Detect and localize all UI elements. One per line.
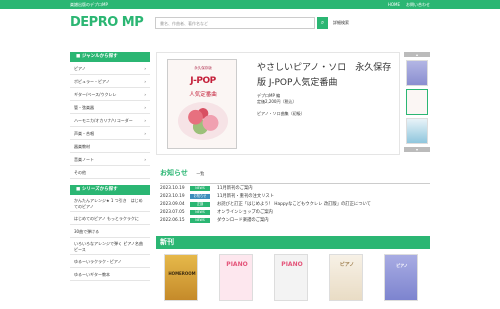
new-releases-heading: 新刊	[156, 236, 430, 249]
chevron-down-icon: ▾	[415, 147, 418, 152]
chevron-up-icon: ▴	[415, 52, 418, 57]
news-badge: お知らせ	[190, 193, 210, 199]
featured-book-series: ピアノ・ソロ曲集（初級）	[257, 111, 305, 116]
sidebar-item-series[interactable]: かんたんアレンジ★ 1 つ引き はじめてのピアノ	[70, 195, 150, 212]
advanced-search-link[interactable]: 詳細検索	[333, 20, 349, 26]
book-cover[interactable]: ピアノ	[384, 254, 418, 301]
sidebar-item-genre[interactable]: 器楽教材	[70, 140, 150, 153]
book-cover-label: ピアノ	[396, 263, 408, 268]
cover-title: J-POP	[190, 76, 216, 86]
chevron-right-icon: ›	[144, 92, 146, 97]
search-input[interactable]: 書名、作曲者、著作名など	[155, 17, 315, 29]
news-text: ダウンロード楽譜のご案内	[217, 218, 269, 223]
news-date: 2022.06.15	[160, 217, 185, 223]
book-cover-label: PIANO	[281, 261, 303, 268]
tagline: 楽譜出版のデプロMP	[70, 2, 108, 7]
news-badge: NEWS	[190, 185, 210, 191]
sidebar-item-genre[interactable]: ピアノ ›	[70, 62, 150, 75]
chevron-right-icon: ›	[144, 118, 146, 123]
price: 定価2,200円（税込）	[257, 99, 297, 104]
top-bar: 楽譜出版のデプロMP HOME お問い合わせ	[0, 0, 500, 9]
news-text: オンラインショップのご案内	[217, 210, 273, 215]
flower-illustration	[178, 102, 228, 140]
thumbnail-prev-button[interactable]: ▴	[404, 52, 430, 57]
book-cover-label: PIANO	[226, 261, 248, 268]
chevron-right-icon: ›	[144, 66, 146, 71]
news-list-link[interactable]: 一覧	[196, 171, 204, 176]
new-releases-list: HOMEROOM PIANO PIANO ピアノ ピアノ	[156, 254, 430, 309]
series-heading: ■ シリーズから探す	[70, 185, 150, 195]
top-links: HOME お問い合わせ	[388, 2, 430, 8]
book-cover-label: ピアノ	[339, 262, 355, 268]
news-date: 2023.10.19	[160, 185, 185, 191]
news-date: 2023.07.05	[160, 209, 185, 215]
news-item[interactable]: 2023.10.19 NEWS 11月新刊のご案内	[160, 184, 430, 192]
home-link[interactable]: HOME	[388, 2, 400, 8]
news-item[interactable]: 2023.09.04 正誤 お詫びと訂正「はじめよう！ Happyなこどもウクレ…	[160, 200, 430, 208]
chevron-right-icon: ›	[144, 79, 146, 84]
sidebar: ■ ジャンルから探す ピアノ › ポピュラー・ピアノ › ギター/ベース/ウクレレ ›…	[70, 52, 150, 281]
book-cover[interactable]: PIANO	[219, 254, 253, 301]
sidebar-item-series[interactable]: はじめてのピアノ もっとラクラクに	[70, 212, 150, 225]
thumbnail-active[interactable]	[406, 89, 428, 115]
site-logo[interactable]: DEPRO MP	[70, 15, 144, 30]
book-cover-label: HOMEROOM	[168, 271, 196, 276]
chevron-right-icon: ›	[144, 105, 146, 110]
news-date: 2023.10.19	[160, 193, 185, 199]
book-cover[interactable]: PIANO	[274, 254, 308, 301]
sidebar-item-series[interactable]: 30曲で弾ける	[70, 225, 150, 238]
featured-book: 永久保存版 J-POP 人気定番曲 やさしいピアノ・ソロ 永久保存版 J-POP…	[156, 52, 400, 155]
thumbnail-next-button[interactable]: ▾	[404, 147, 430, 152]
news-text: 11月新刊・重刊の注文リスト	[217, 194, 275, 199]
sidebar-item-genre[interactable]: 音楽ノート ›	[70, 153, 150, 166]
book-cover[interactable]: ピアノ	[329, 254, 363, 301]
sidebar-item-genre[interactable]: 声楽・合唱 ›	[70, 127, 150, 140]
news-badge: NEWS	[190, 209, 210, 215]
news-text: お詫びと訂正「はじめよう！ Happyなこどもウクレレ 改訂版」の訂正について	[217, 202, 371, 207]
contact-link[interactable]: お問い合わせ	[406, 2, 430, 8]
news-item[interactable]: 2022.06.15 NEWS ダウンロード楽譜のご案内	[160, 216, 430, 224]
sidebar-item-genre[interactable]: 管・弦楽器 ›	[70, 101, 150, 114]
chevron-right-icon: ›	[144, 157, 146, 162]
sidebar-item-series[interactable]: ゆるーいギター教本	[70, 268, 150, 281]
thumbnail[interactable]	[406, 118, 428, 144]
cover-subtitle: 人気定番曲	[189, 92, 217, 98]
news-badge: NEWS	[190, 217, 210, 223]
news-heading: お知らせ 一覧	[160, 169, 205, 177]
genre-heading: ■ ジャンルから探す	[70, 52, 150, 62]
search-icon: ⌕	[320, 19, 325, 26]
featured-book-meta: デプロMP 編 定価2,200円（税込）	[257, 93, 296, 105]
sidebar-item-genre[interactable]: その他	[70, 166, 150, 179]
chevron-right-icon: ›	[144, 131, 146, 136]
cover-top-label: 永久保存版	[194, 66, 212, 70]
news-date: 2023.09.04	[160, 201, 185, 207]
sidebar-item-series[interactable]: ゆるーいラクラク・ピアノ	[70, 255, 150, 268]
search-button[interactable]: ⌕	[317, 17, 328, 29]
news-item[interactable]: 2023.07.05 NEWS オンラインショップのご案内	[160, 208, 430, 216]
news-badge: 正誤	[190, 201, 210, 207]
news-item[interactable]: 2023.10.19 お知らせ 11月新刊・重刊の注文リスト	[160, 192, 430, 200]
thumbnail[interactable]	[406, 60, 428, 86]
sidebar-item-series[interactable]: いろいろなアレンジで弾く ピアノ名曲ピース	[70, 238, 150, 255]
sidebar-item-genre[interactable]: ポピュラー・ピアノ ›	[70, 75, 150, 88]
featured-book-title[interactable]: やさしいピアノ・ソロ 永久保存版 J-POP人気定番曲	[257, 61, 397, 91]
book-cover[interactable]: HOMEROOM	[164, 254, 198, 301]
sidebar-item-genre[interactable]: ギター/ベース/ウクレレ ›	[70, 88, 150, 101]
sidebar-item-genre[interactable]: ハーモニカ/オカリナ/リコーダー ›	[70, 114, 150, 127]
featured-book-cover[interactable]: 永久保存版 J-POP 人気定番曲	[167, 59, 237, 149]
news-text: 11月新刊のご案内	[217, 186, 253, 191]
news-section: お知らせ 一覧 2023.10.19 NEWS 11月新刊のご案内 2023.1…	[160, 168, 430, 224]
featured-thumbnails: ▴ ▾	[404, 52, 430, 155]
